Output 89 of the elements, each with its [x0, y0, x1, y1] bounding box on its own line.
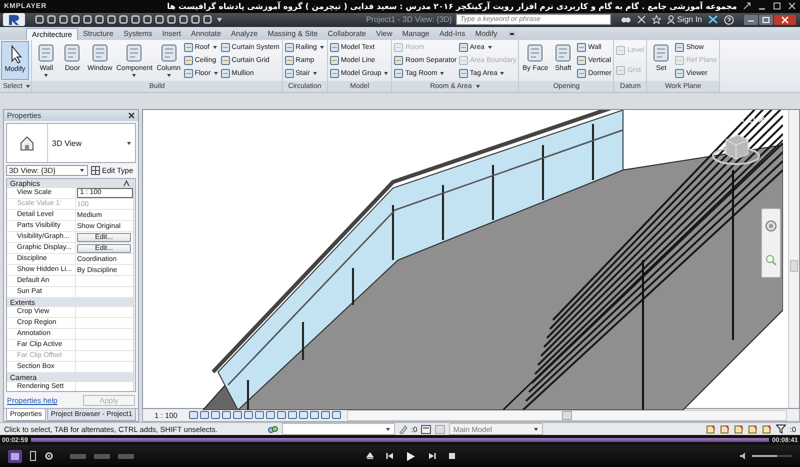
caret-icon — [212, 71, 219, 76]
caret-icon — [43, 72, 50, 78]
tool-icon — [220, 42, 230, 52]
tool-icon — [220, 56, 230, 66]
video-title: مجموعه آموزشی جامع . گام به گام و کاربردی نرم افزار رویت آرکیتکچر ۲۰۱۶ مدرس : سعید فدایی ( تیچرمن ) گروه آموزشی پادشاه گرافیست ها — [166, 2, 737, 11]
phone-icon[interactable] — [30, 451, 36, 462]
player-option-button[interactable] — [118, 454, 134, 459]
tool-icon — [284, 42, 294, 52]
scrollbar[interactable] — [347, 410, 787, 421]
minimize-icon[interactable] — [744, 14, 758, 25]
play-icon[interactable] — [406, 450, 416, 462]
tool-icon — [458, 56, 468, 66]
maximize-icon[interactable] — [773, 2, 781, 10]
tool-icon — [577, 56, 586, 66]
r-logo-icon — [7, 14, 21, 26]
next-icon[interactable] — [428, 452, 436, 460]
caret-icon — [79, 168, 85, 174]
tool-icon — [330, 69, 339, 78]
restore-icon[interactable] — [759, 14, 773, 25]
caret-icon — [312, 71, 318, 76]
caret-icon — [131, 72, 138, 78]
close-icon[interactable] — [774, 14, 796, 25]
tool-icon — [616, 46, 626, 56]
caret-icon — [486, 44, 493, 50]
caret-icon — [126, 140, 132, 146]
type-selector[interactable]: 3D View — [6, 123, 136, 164]
exchange-icon[interactable] — [708, 15, 718, 24]
navigation-bar[interactable] — [761, 208, 781, 278]
tool-icon — [184, 42, 193, 52]
house-icon — [19, 135, 35, 152]
tool-icon — [616, 66, 626, 75]
project-title: Project1 - 3D View: {3D} — [364, 15, 452, 24]
collapse-icon[interactable] — [123, 180, 130, 188]
caret-icon — [318, 44, 325, 50]
tool-icon — [394, 69, 404, 78]
workset-dropdown[interactable] — [282, 423, 395, 436]
tool-icon — [458, 69, 468, 78]
tool-icon — [330, 42, 339, 52]
close-icon[interactable] — [788, 2, 796, 10]
filter-icon[interactable] — [776, 424, 786, 434]
caret-icon — [383, 71, 390, 76]
tool-icon — [577, 69, 586, 78]
workset-icon[interactable] — [268, 424, 278, 434]
previous-icon[interactable] — [386, 452, 394, 460]
tool-icon — [284, 56, 294, 66]
tool-icon — [330, 56, 339, 66]
caret-icon — [499, 71, 506, 76]
restore-icon[interactable] — [748, 116, 755, 124]
player-option-button[interactable] — [70, 454, 86, 459]
tool-icon — [577, 42, 586, 52]
tool-icon — [394, 42, 404, 52]
seek-bar[interactable] — [31, 438, 769, 442]
user-icon — [667, 15, 676, 24]
star-icon[interactable] — [652, 15, 662, 24]
caret-icon[interactable] — [215, 15, 224, 24]
player-option-button[interactable] — [94, 454, 110, 459]
tool-icon — [394, 56, 404, 66]
caret-icon — [474, 84, 481, 90]
caret-icon — [533, 426, 540, 432]
grid-icon — [91, 166, 100, 176]
tool-icon — [675, 42, 684, 52]
speaker-icon[interactable] — [739, 452, 748, 460]
tool-icon — [284, 69, 294, 78]
tool-icon — [675, 69, 684, 78]
stop-icon[interactable] — [448, 452, 456, 460]
steering-wheel-icon[interactable] — [765, 220, 777, 232]
caret-icon — [166, 72, 172, 78]
help-icon[interactable] — [724, 14, 734, 25]
editable-icon[interactable] — [399, 424, 407, 434]
subscription-icon[interactable] — [637, 15, 646, 24]
tool-icon — [184, 56, 193, 66]
panel-toggle-icon[interactable] — [508, 30, 522, 38]
tool-icon — [458, 42, 468, 52]
caret-icon — [439, 71, 446, 76]
caret-icon — [25, 84, 32, 90]
tool-icon — [675, 56, 684, 66]
tool-icon — [184, 69, 193, 78]
close-icon[interactable] — [128, 112, 135, 120]
caret-icon — [385, 426, 391, 432]
binoculars-icon[interactable] — [621, 15, 632, 24]
settings-icon[interactable] — [44, 451, 54, 462]
sign-in-button[interactable]: Sign In — [667, 15, 702, 24]
scrollbar[interactable] — [788, 110, 799, 408]
tool-icon — [220, 69, 230, 78]
application-menu-button[interactable] — [3, 13, 25, 26]
eject-icon[interactable] — [366, 452, 374, 460]
caret-icon — [212, 44, 218, 50]
zoom-icon[interactable] — [765, 254, 777, 266]
volume-slider[interactable] — [752, 455, 792, 458]
